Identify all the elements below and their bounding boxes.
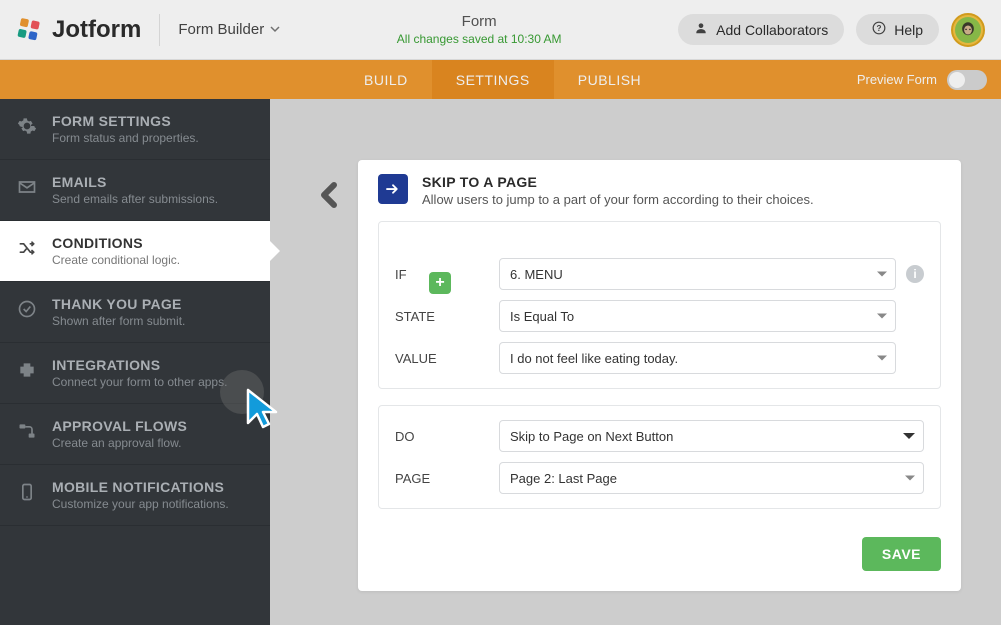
save-status: All changes saved at 10:30 AM — [280, 32, 678, 46]
if-rule-group: + IF 6. MENU i STATE Is Equal To VALUE I… — [378, 221, 941, 389]
tab-build[interactable]: BUILD — [340, 60, 432, 99]
info-icon[interactable]: i — [906, 265, 924, 283]
state-label: STATE — [395, 309, 499, 324]
if-field-select[interactable]: 6. MENU — [499, 258, 896, 290]
save-button[interactable]: SAVE — [862, 537, 941, 571]
sidebar-item-mobile-notifications[interactable]: MOBILE NOTIFICATIONSCustomize your app n… — [0, 465, 270, 526]
sidebar-item-approval-flows[interactable]: APPROVAL FLOWSCreate an approval flow. — [0, 404, 270, 465]
check-circle-icon — [16, 298, 38, 320]
add-collaborators-button[interactable]: Add Collaborators — [678, 14, 844, 45]
value-select[interactable]: I do not feel like eating today. — [499, 342, 896, 374]
shuffle-icon — [16, 237, 38, 259]
sidebar-item-thank-you[interactable]: THANK YOU PAGEShown after form submit. — [0, 282, 270, 343]
logo-icon — [16, 16, 44, 44]
sidebar-item-emails[interactable]: EMAILSSend emails after submissions. — [0, 160, 270, 221]
user-avatar[interactable] — [951, 13, 985, 47]
puzzle-icon — [16, 359, 38, 381]
person-icon — [694, 21, 708, 38]
brand-logo[interactable]: Jotform — [16, 16, 141, 44]
form-title[interactable]: Form — [280, 13, 678, 30]
value-label: VALUE — [395, 351, 499, 366]
gear-icon — [16, 115, 38, 137]
do-rule-group: DO Skip to Page on Next Button PAGE Page… — [378, 405, 941, 509]
mail-icon — [16, 176, 38, 198]
brand-name: Jotform — [52, 16, 141, 44]
tab-publish[interactable]: PUBLISH — [554, 60, 665, 99]
builder-dropdown[interactable]: Form Builder — [178, 21, 280, 38]
flow-icon — [16, 420, 38, 442]
card-title: SKIP TO A PAGE — [422, 174, 814, 190]
help-icon: ? — [872, 21, 886, 38]
page-label: PAGE — [395, 471, 499, 486]
help-button[interactable]: ? Help — [856, 14, 939, 45]
sidebar-item-integrations[interactable]: INTEGRATIONSConnect your form to other a… — [0, 343, 270, 404]
condition-card: SKIP TO A PAGE Allow users to jump to a … — [358, 160, 961, 591]
sidebar-item-conditions[interactable]: CONDITIONSCreate conditional logic. — [0, 221, 270, 282]
add-rule-button[interactable]: + — [429, 272, 451, 294]
skip-icon — [378, 174, 408, 204]
preview-toggle[interactable] — [947, 70, 987, 90]
divider — [159, 14, 160, 46]
card-subtitle: Allow users to jump to a part of your fo… — [422, 192, 814, 207]
chevron-down-icon — [270, 21, 280, 38]
tab-settings[interactable]: SETTINGS — [432, 60, 554, 99]
page-select[interactable]: Page 2: Last Page — [499, 462, 924, 494]
sidebar-item-form-settings[interactable]: FORM SETTINGSForm status and properties. — [0, 99, 270, 160]
state-select[interactable]: Is Equal To — [499, 300, 896, 332]
do-label: DO — [395, 429, 499, 444]
preview-label: Preview Form — [857, 72, 937, 87]
mobile-icon — [16, 481, 38, 503]
svg-text:?: ? — [877, 24, 882, 33]
do-action-select[interactable]: Skip to Page on Next Button — [499, 420, 924, 452]
